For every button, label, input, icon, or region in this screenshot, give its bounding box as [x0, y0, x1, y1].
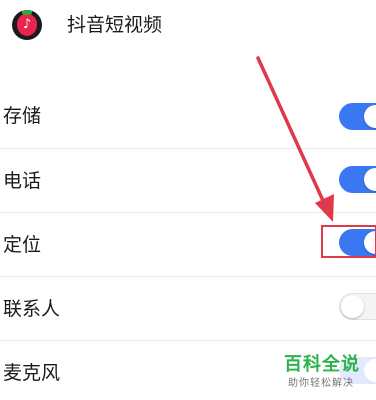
permission-row-storage[interactable]: 存储: [0, 84, 376, 148]
watermark: 百科全说 助你轻松解决: [278, 354, 376, 396]
permission-row-contacts[interactable]: 联系人: [0, 277, 376, 341]
phone-toggle[interactable]: [339, 166, 376, 193]
permission-label: 电话: [3, 170, 42, 192]
toggle-knob: [341, 295, 364, 318]
app-name: 抖音短视频: [67, 14, 163, 36]
permission-label: 联系人: [3, 298, 61, 320]
app-header: ♪ 抖音短视频: [0, 0, 376, 52]
permission-label: 麦克风: [3, 362, 61, 384]
storage-toggle[interactable]: [339, 103, 376, 130]
douyin-app-icon: ♪: [12, 10, 42, 40]
toggle-knob: [364, 168, 376, 191]
permission-label: 存储: [3, 105, 42, 127]
watermark-subtitle: 助你轻松解决: [288, 378, 354, 389]
permission-row-location[interactable]: 定位: [0, 213, 376, 277]
contacts-toggle[interactable]: [339, 293, 376, 320]
highlight-box: [321, 225, 376, 258]
permission-label: 定位: [3, 234, 42, 256]
toggle-knob: [364, 105, 376, 128]
watermark-title: 百科全说: [284, 354, 360, 375]
permission-settings-page: ♪ 抖音短视频 存储 电话 定位 联系人 麦克风 百科全说 助你轻松解决: [0, 0, 376, 400]
music-note-icon: ♪: [22, 17, 32, 32]
permission-row-phone[interactable]: 电话: [0, 149, 376, 213]
